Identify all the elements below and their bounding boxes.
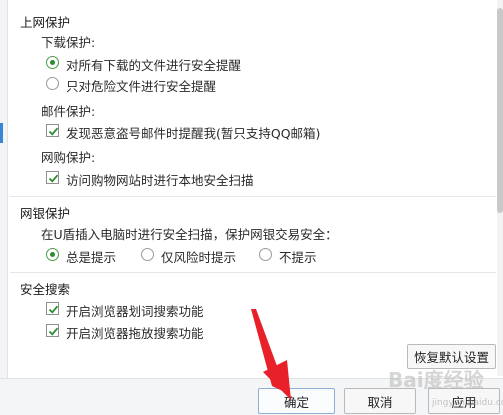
- safe-search-title: 安全搜索: [20, 282, 71, 297]
- vertical-scrollbar[interactable]: [497, 0, 503, 376]
- word-search-label[interactable]: 开启浏览器划词搜索功能: [66, 301, 204, 320]
- check-icon: [48, 127, 59, 136]
- download-dangerous-radio[interactable]: [46, 77, 59, 90]
- ok-button[interactable]: 确定: [258, 388, 335, 414]
- check-icon: [48, 305, 59, 314]
- watermark-url: jingyan.baidu.com: [432, 398, 503, 408]
- word-search-checkbox[interactable]: [46, 302, 59, 315]
- section-divider: [10, 272, 496, 273]
- ukey-never-radio[interactable]: [259, 248, 272, 261]
- ukey-protection-title: 网银保护: [20, 206, 71, 221]
- drag-search-checkbox[interactable]: [46, 324, 59, 337]
- download-dangerous-label[interactable]: 只对危险文件进行安全提醒: [66, 76, 216, 95]
- mail-label[interactable]: 发现恶意盗号邮件时提醒我(暂只支持QQ邮箱): [66, 123, 320, 142]
- download-all-label[interactable]: 对所有下载的文件进行安全提醒: [66, 55, 241, 74]
- ukey-always-radio[interactable]: [46, 248, 59, 261]
- ukey-risk-only-radio[interactable]: [141, 248, 154, 261]
- check-icon: [48, 174, 59, 183]
- shopping-label[interactable]: 访问购物网站时进行本地安全扫描: [66, 170, 254, 189]
- selected-nav-indicator: [0, 123, 3, 143]
- web-protection-title: 上网保护: [20, 15, 71, 30]
- shopping-protection-title: 网购保护:: [41, 150, 96, 165]
- scrollbar-thumb[interactable]: [497, 8, 503, 213]
- download-all-radio[interactable]: [46, 56, 59, 69]
- mail-checkbox[interactable]: [46, 124, 59, 137]
- check-icon: [48, 327, 59, 336]
- download-protection-title: 下载保护:: [41, 35, 96, 50]
- mail-protection-title: 邮件保护:: [41, 104, 96, 119]
- left-panel-edge: [0, 0, 8, 378]
- shopping-checkbox[interactable]: [46, 171, 59, 184]
- ukey-never-label[interactable]: 不提示: [279, 247, 317, 266]
- baidu-jingyan-watermark: Bai度经验: [388, 368, 484, 392]
- ukey-description: 在U盾插入电脑时进行安全扫描，保护网银交易安全：: [41, 227, 338, 242]
- ukey-risk-only-label[interactable]: 仅风险时提示: [161, 247, 236, 266]
- drag-search-label[interactable]: 开启浏览器拖放搜索功能: [66, 323, 204, 342]
- section-divider: [10, 196, 496, 197]
- ukey-always-label[interactable]: 总是提示: [66, 247, 116, 266]
